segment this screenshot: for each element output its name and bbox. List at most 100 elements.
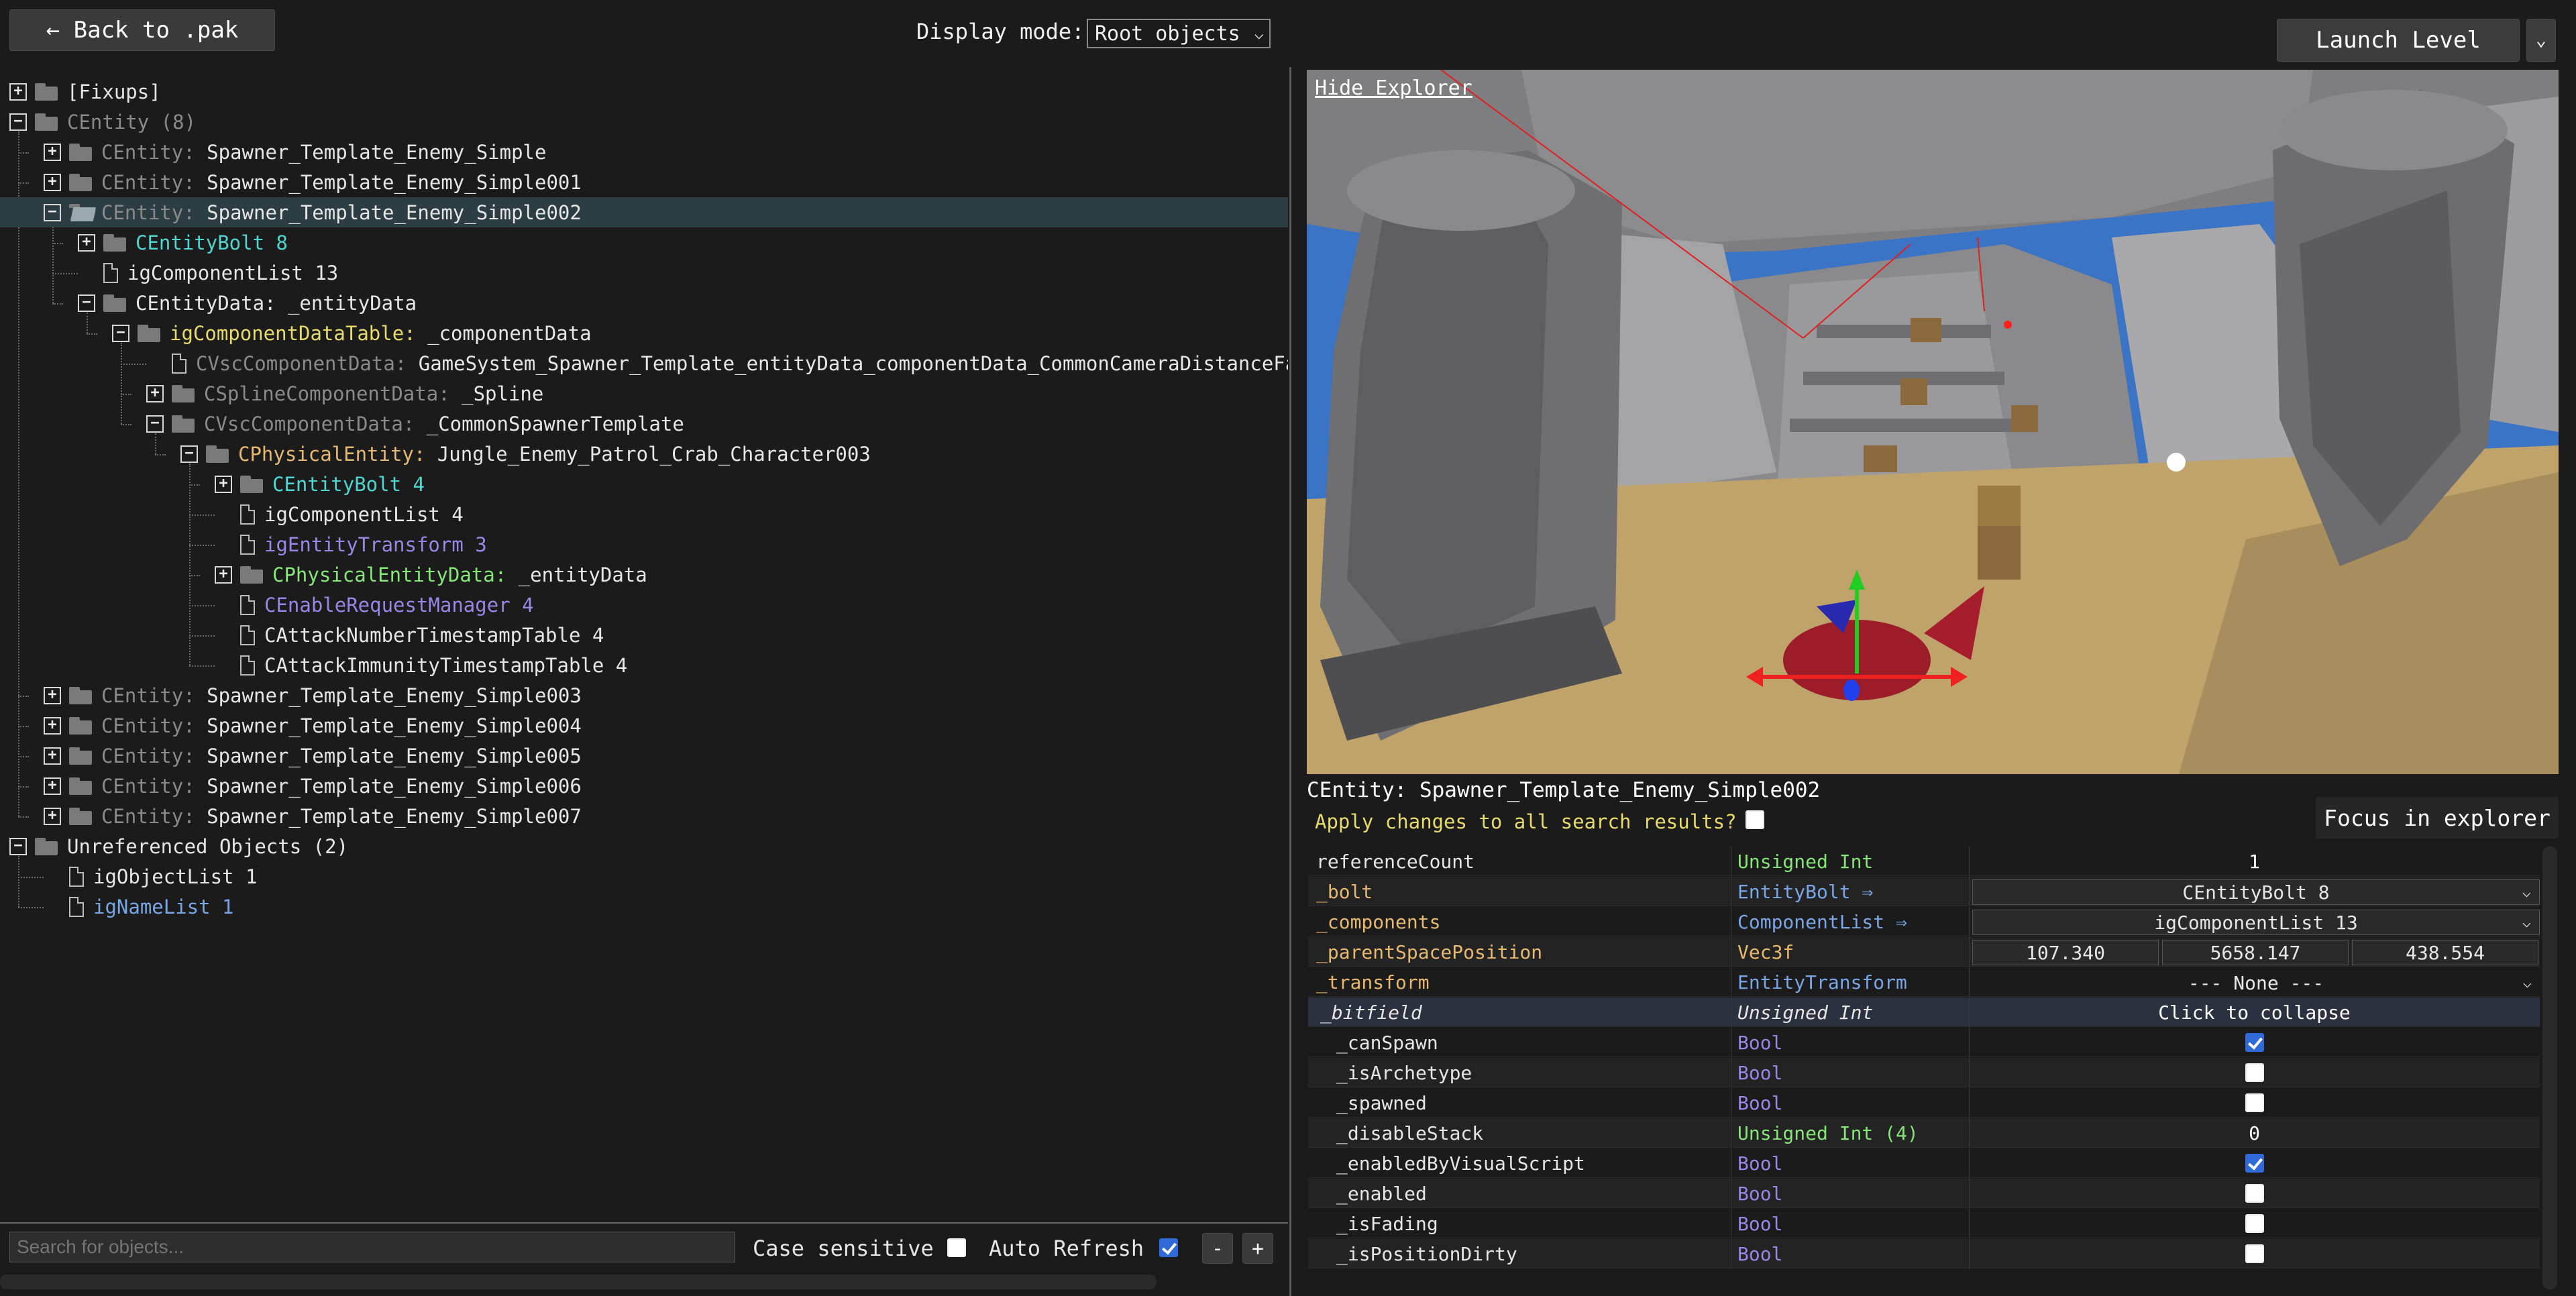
- property-row: _enabled Bool: [1308, 1179, 2540, 1208]
- property-select[interactable]: igComponentList 13 ⌵: [1972, 910, 2540, 935]
- case-sensitive-checkbox[interactable]: [947, 1238, 966, 1257]
- collapse-icon[interactable]: −: [78, 294, 95, 312]
- column-divider: [1969, 877, 1970, 906]
- auto-refresh-checkbox[interactable]: [1159, 1238, 1178, 1257]
- tree-row[interactable]: − CEntity (8): [0, 107, 1288, 137]
- back-to-pak-button[interactable]: ← Back to .pak: [9, 9, 275, 51]
- expand-icon[interactable]: +: [44, 143, 61, 161]
- property-type[interactable]: EntityBolt ⇒: [1737, 877, 1873, 906]
- expand-icon[interactable]: +: [215, 475, 232, 493]
- file-icon: [172, 353, 186, 374]
- tree-row[interactable]: + CEntity: Spawner_Template_Enemy_Simple0…: [0, 771, 1288, 801]
- tree-row[interactable]: − CEntityData: _entityData: [0, 288, 1288, 318]
- property-checkbox[interactable]: [2245, 1184, 2264, 1203]
- tree-row[interactable]: CEnableRequestManager 4: [0, 590, 1288, 620]
- tree-label: Spawner_Template_Enemy_Simple: [207, 140, 547, 164]
- tree-row[interactable]: − igComponentDataTable: _componentData: [0, 318, 1288, 348]
- tree-row[interactable]: igNameList 1: [0, 892, 1288, 922]
- collapse-toggle[interactable]: Click to collapse: [1969, 997, 2540, 1027]
- tree-label: igComponentDataTable:: [170, 321, 428, 345]
- display-mode-select[interactable]: Root objects ⌵: [1087, 19, 1271, 48]
- expand-icon[interactable]: +: [44, 777, 61, 795]
- tree-row[interactable]: + CEntity: Spawner_Template_Enemy_Simple0…: [0, 167, 1288, 197]
- column-divider: [1969, 967, 1970, 997]
- tree-row[interactable]: − CEntity: Spawner_Template_Enemy_Simple0…: [0, 197, 1288, 227]
- tree-row[interactable]: + [Fixups]: [0, 76, 1288, 107]
- property-checkbox[interactable]: [2245, 1214, 2264, 1233]
- property-type[interactable]: ComponentList ⇒: [1737, 907, 1907, 936]
- property-value[interactable]: 0: [1969, 1118, 2540, 1148]
- property-checkbox[interactable]: [2245, 1033, 2264, 1052]
- collapse-minus-button[interactable]: -: [1202, 1233, 1233, 1264]
- expand-icon[interactable]: +: [215, 565, 232, 584]
- tree-row[interactable]: + CSplineComponentData: _Spline: [0, 378, 1288, 409]
- expand-icon[interactable]: +: [44, 747, 61, 765]
- vector-component-input[interactable]: 107.340: [1972, 940, 2159, 965]
- property-row: _bolt EntityBolt ⇒ CEntityBolt 8 ⌵: [1308, 877, 2540, 906]
- property-name: _isArchetype: [1336, 1061, 1472, 1084]
- collapse-icon[interactable]: −: [9, 113, 27, 131]
- collapse-icon[interactable]: −: [9, 837, 27, 855]
- tree-row[interactable]: igComponentList 4: [0, 499, 1288, 529]
- tree-row[interactable]: + CEntity: Spawner_Template_Enemy_Simple0…: [0, 710, 1288, 741]
- tree-horizontal-scrollbar[interactable]: [0, 1275, 1157, 1289]
- hide-explorer-link[interactable]: Hide Explorer: [1315, 76, 1472, 100]
- tree-row[interactable]: + CEntity: Spawner_Template_Enemy_Simple0…: [0, 801, 1288, 831]
- tree-row[interactable]: + CEntity: Spawner_Template_Enemy_Simple0…: [0, 680, 1288, 710]
- property-checkbox[interactable]: [2245, 1063, 2264, 1082]
- tree-row[interactable]: igObjectList 1: [0, 861, 1288, 892]
- tree-label: CEntity:: [101, 804, 207, 828]
- panel-divider[interactable]: [1289, 67, 1291, 1296]
- tree-label: CEntity:: [101, 744, 207, 767]
- launch-level-dropdown[interactable]: ⌄: [2526, 19, 2556, 62]
- file-icon: [103, 262, 118, 283]
- property-scrollbar[interactable]: [2542, 847, 2557, 1289]
- tree-row[interactable]: + CEntityBolt 8: [0, 227, 1288, 258]
- tree-label: CEntityBolt 4: [272, 472, 425, 496]
- tree-row[interactable]: − CPhysicalEntity: Jungle_Enemy_Patrol_Cr…: [0, 439, 1288, 469]
- expand-icon[interactable]: +: [78, 233, 95, 252]
- collapse-icon[interactable]: −: [112, 324, 129, 342]
- expand-icon[interactable]: +: [44, 807, 61, 825]
- focus-in-explorer-button[interactable]: Focus in explorer: [2316, 797, 2559, 839]
- tree-label: CEntity:: [101, 714, 207, 737]
- file-icon: [69, 896, 84, 917]
- tree-label: Spawner_Template_Enemy_Simple004: [207, 714, 582, 737]
- expand-icon[interactable]: +: [9, 83, 27, 101]
- launch-level-button[interactable]: Launch Level: [2277, 19, 2520, 62]
- tree-row[interactable]: + CEntityBolt 4: [0, 469, 1288, 499]
- apply-all-checkbox[interactable]: [1746, 810, 1764, 829]
- tree-row[interactable]: CAttackNumberTimestampTable 4: [0, 620, 1288, 650]
- collapse-icon[interactable]: −: [146, 415, 164, 433]
- case-sensitive-label: Case sensitive: [753, 1236, 934, 1261]
- property-select[interactable]: CEntityBolt 8 ⌵: [1972, 879, 2540, 905]
- tree-row[interactable]: + CEntity: Spawner_Template_Enemy_Simple: [0, 137, 1288, 167]
- property-select[interactable]: --- None --- ⌵: [1972, 970, 2540, 995]
- top-bar: [0, 0, 2576, 67]
- tree-row[interactable]: CVscComponentData: GameSystem_Spawner_Te…: [0, 348, 1288, 378]
- display-mode-value: Root objects: [1095, 21, 1240, 46]
- tree-row[interactable]: − Unreferenced Objects (2): [0, 831, 1288, 861]
- search-input[interactable]: [9, 1232, 735, 1262]
- collapse-icon[interactable]: −: [180, 445, 198, 463]
- tree-row[interactable]: + CEntity: Spawner_Template_Enemy_Simple0…: [0, 741, 1288, 771]
- expand-icon[interactable]: +: [44, 173, 61, 191]
- display-mode-label: Display mode:: [916, 19, 1085, 44]
- level-viewport[interactable]: [1307, 70, 2559, 774]
- tree-row[interactable]: igComponentList 13: [0, 258, 1288, 288]
- tree-row[interactable]: igEntityTransform 3: [0, 529, 1288, 559]
- vector-component-input[interactable]: 5658.147: [2162, 940, 2349, 965]
- tree-row[interactable]: CAttackImmunityTimestampTable 4: [0, 650, 1288, 680]
- property-checkbox[interactable]: [2245, 1244, 2264, 1263]
- expand-plus-button[interactable]: +: [1242, 1233, 1273, 1264]
- expand-icon[interactable]: +: [44, 686, 61, 704]
- collapse-icon[interactable]: −: [44, 203, 61, 221]
- property-value[interactable]: 1: [1969, 847, 2540, 876]
- expand-icon[interactable]: +: [44, 716, 61, 735]
- property-checkbox[interactable]: [2245, 1093, 2264, 1112]
- vector-component-input[interactable]: 438.554: [2352, 940, 2538, 965]
- tree-row[interactable]: + CPhysicalEntityData: _entityData: [0, 559, 1288, 590]
- property-checkbox[interactable]: [2245, 1154, 2264, 1173]
- tree-row[interactable]: − CVscComponentData: _CommonSpawnerTempla…: [0, 409, 1288, 439]
- expand-icon[interactable]: +: [146, 384, 164, 402]
